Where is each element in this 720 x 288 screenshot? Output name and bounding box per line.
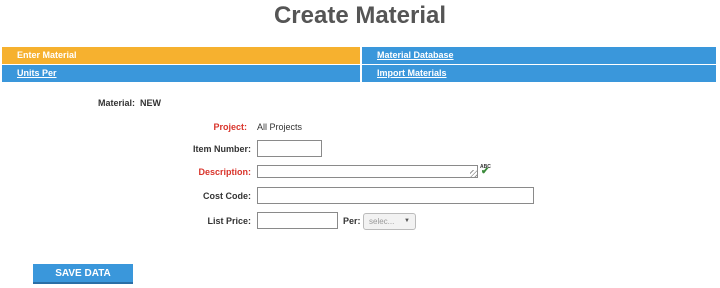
- nav-units-per-link[interactable]: Units Per: [17, 68, 57, 78]
- checkmark-icon: ✔: [481, 166, 490, 177]
- material-label: Material:: [97, 98, 135, 108]
- list-price-input[interactable]: [257, 212, 338, 229]
- nav-menu: Enter Material Material Database Units P…: [2, 47, 716, 83]
- description-label: Description:: [198, 167, 251, 177]
- nav-item-material-database[interactable]: Material Database: [362, 47, 716, 64]
- cost-code-label: Cost Code:: [203, 191, 251, 201]
- nav-item-import-materials[interactable]: Import Materials: [362, 65, 716, 82]
- project-value: All Projects: [257, 122, 303, 132]
- per-select[interactable]: selec... ▼: [363, 213, 416, 230]
- page-title: Create Material: [273, 2, 447, 29]
- material-value: NEW: [140, 98, 161, 108]
- nav-item-enter-material[interactable]: Enter Material: [2, 47, 360, 64]
- nav-import-materials-link[interactable]: Import Materials: [377, 68, 447, 78]
- item-number-label: Item Number:: [192, 144, 251, 154]
- per-select-value: selec...: [369, 217, 395, 226]
- spellcheck-icon[interactable]: ABC ✔: [480, 164, 492, 177]
- resize-grip-icon[interactable]: [470, 170, 477, 177]
- nav-enter-material-label[interactable]: Enter Material: [17, 50, 77, 60]
- nav-item-units-per[interactable]: Units Per: [2, 65, 360, 82]
- per-label: Per:: [343, 216, 361, 226]
- item-number-input[interactable]: [257, 140, 322, 157]
- nav-row: Enter Material Material Database: [2, 47, 716, 64]
- project-label: Project:: [213, 122, 247, 132]
- chevron-down-icon: ▼: [404, 218, 410, 224]
- cost-code-input[interactable]: [257, 187, 534, 204]
- list-price-label: List Price:: [207, 216, 251, 226]
- nav-row: Units Per Import Materials: [2, 65, 716, 82]
- save-data-button[interactable]: SAVE DATA: [33, 264, 133, 284]
- nav-material-database-link[interactable]: Material Database: [377, 50, 454, 60]
- description-textarea[interactable]: [257, 165, 478, 178]
